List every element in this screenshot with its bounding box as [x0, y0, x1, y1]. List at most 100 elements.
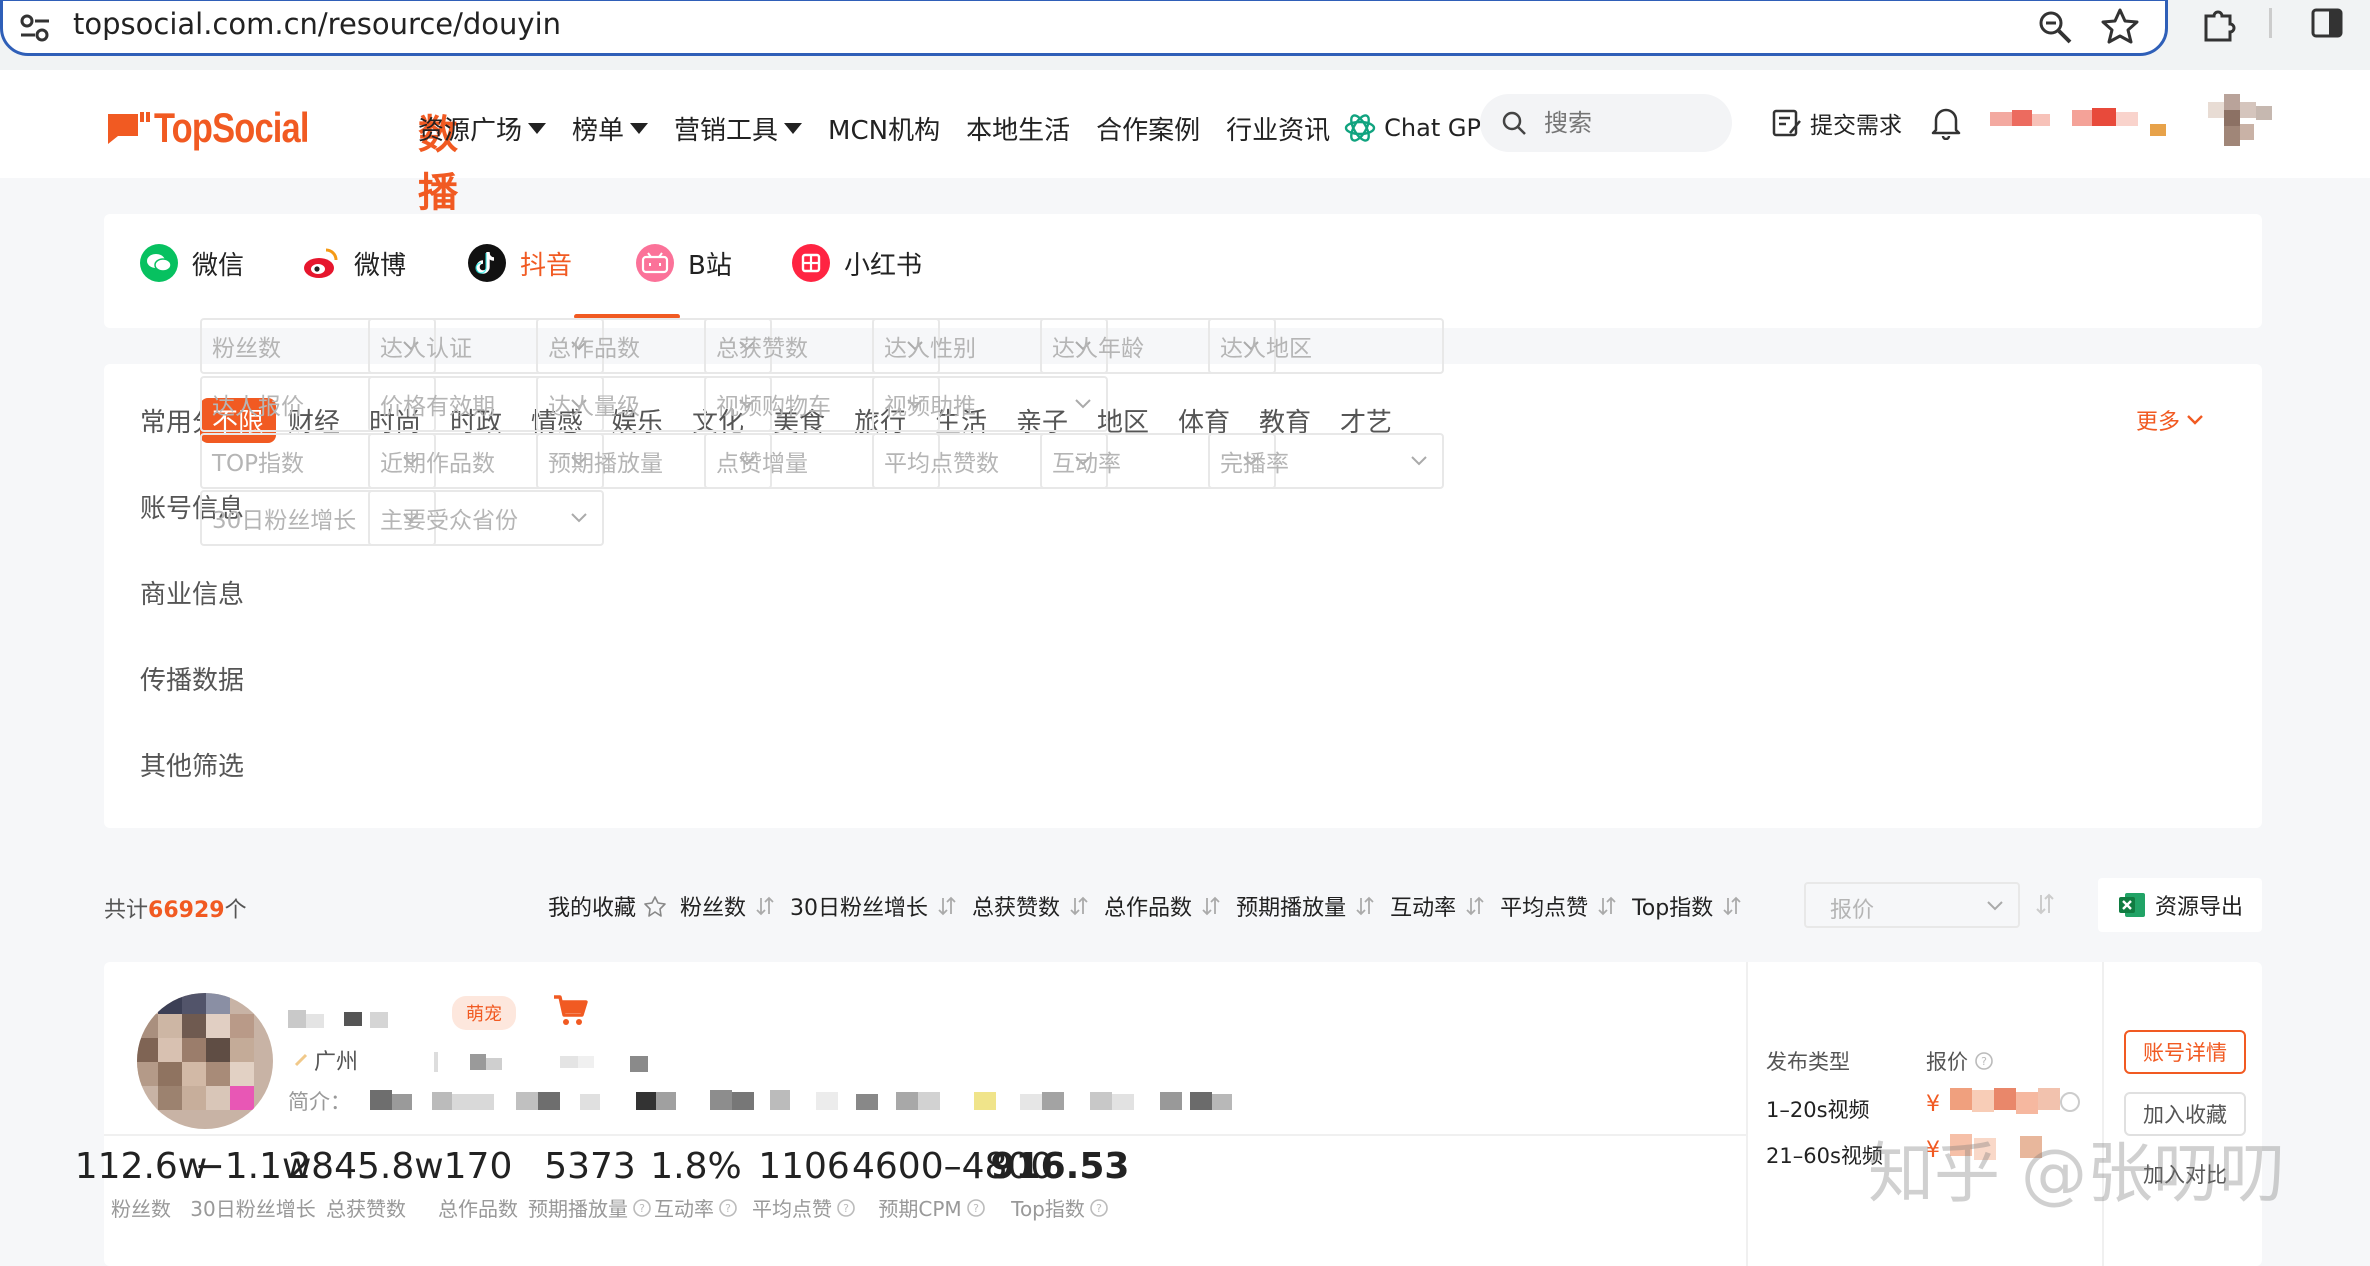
tab-douyin[interactable]: 抖音 — [468, 244, 572, 282]
location-detail-pixelated — [434, 1052, 648, 1072]
filter-select-placeholder: TOP指数 — [212, 451, 305, 477]
total-suffix: 个 — [224, 898, 247, 923]
price-header: 报价 ? — [1926, 1046, 1994, 1076]
tab-label: 微信 — [192, 250, 245, 281]
nav-item-mcn[interactable]: MCN机构 — [828, 110, 940, 147]
export-button[interactable]: 资源导出 — [2098, 878, 2262, 932]
total-count: 66929 — [148, 898, 225, 923]
nav-label: 行业资讯 — [1226, 115, 1331, 146]
side-panel-icon[interactable] — [2310, 6, 2344, 40]
price-currency: ¥ — [1926, 1092, 1940, 1117]
shopping-cart-icon — [554, 995, 588, 1025]
excel-icon — [2118, 893, 2145, 917]
sort-item[interactable]: 30日粉丝增长 — [790, 890, 958, 922]
price-select[interactable]: 报价 — [1804, 882, 2020, 928]
url-text[interactable]: topsocial.com.cn/resource/douyin — [73, 7, 561, 41]
help-icon[interactable]: ? — [1089, 1198, 1109, 1218]
sort-item[interactable]: 互动率 — [1390, 890, 1486, 922]
price-header-text: 报价 — [1926, 1050, 1968, 1074]
caret-down-icon — [528, 122, 547, 134]
submit-need-button[interactable]: 提交需求 — [1770, 106, 1902, 140]
filter-row-label-business: 商业信息 — [140, 580, 245, 610]
influencer-card[interactable]: 萌宠 广州 简介： 112.6w 粉丝数 −1.1w 30日粉丝增长 2845.8w 总获… — [75, 962, 2262, 1266]
sort-item-label: 我的收藏 — [548, 896, 637, 921]
chevron-down-icon — [571, 513, 587, 523]
nav-item-chatgpt[interactable]: Chat GPT — [1342, 110, 1496, 146]
sort-item-label: 互动率 — [1390, 896, 1457, 921]
sort-arrows-icon[interactable] — [2034, 892, 2056, 916]
nav-item-resource-square[interactable]: 资源广场 — [418, 110, 547, 147]
platform-tabs: 微信 微博 抖音 B站 小红书 — [104, 214, 2262, 328]
zhihu-watermark: 知乎 @张叨叨 — [1868, 1135, 2285, 1212]
influencer-avatar[interactable] — [134, 990, 276, 1132]
card-vertical-divider — [2102, 962, 2104, 1266]
filter-select-placeholder: 预期播放量 — [548, 451, 663, 477]
card-vertical-divider — [1746, 962, 1748, 1266]
logo-mark-icon — [108, 112, 150, 144]
sort-item-label: 预期播放量 — [1236, 896, 1347, 921]
douyin-icon — [468, 244, 506, 282]
sort-item[interactable]: 平均点赞 — [1500, 890, 1618, 922]
filter-select-placeholder: 达人年龄 — [1052, 336, 1144, 362]
search-input[interactable] — [1544, 109, 1714, 137]
sort-item[interactable]: 预期播放量 — [1236, 890, 1376, 922]
filter-select-account-6[interactable]: 达人地区 — [1208, 318, 1444, 374]
influencer-name-pixelated — [288, 1010, 388, 1028]
filter-select-placeholder: 价格有效期 — [380, 394, 495, 420]
sort-item[interactable]: 我的收藏 — [548, 890, 666, 922]
pub-type-header: 发布类型 — [1766, 1046, 1850, 1076]
caret-down-icon — [630, 122, 649, 134]
tab-label: 微博 — [354, 250, 407, 281]
site-settings-icon[interactable] — [19, 13, 51, 43]
site-header: TopSocial 数播 资源广场 榜单 营销工具 MCN机构 本地生活 合作案… — [0, 70, 2370, 216]
account-detail-button[interactable]: 账号详情 — [2124, 1030, 2246, 1074]
nav-item-cases[interactable]: 合作案例 — [1096, 110, 1200, 147]
more-label: 更多 — [2136, 410, 2181, 435]
tab-weibo[interactable]: 微博 — [302, 244, 406, 282]
zoom-icon[interactable] — [2037, 9, 2073, 45]
topsocial-logo[interactable]: TopSocial 数播 — [106, 102, 458, 216]
location-text: 广州 — [314, 1050, 359, 1075]
filter-select-placeholder: 互动率 — [1052, 451, 1121, 477]
filter-select-spread-6[interactable]: 完播率 — [1208, 433, 1444, 489]
filter-select-business-4[interactable]: 视频助推 — [872, 376, 1108, 432]
nav-item-local-life[interactable]: 本地生活 — [966, 110, 1070, 147]
address-bar[interactable]: topsocial.com.cn/resource/douyin — [0, 0, 2168, 56]
sort-item[interactable]: 总作品数 — [1104, 890, 1222, 922]
nav-item-news[interactable]: 行业资讯 — [1226, 110, 1330, 147]
nav-item-marketing-tools[interactable]: 营销工具 — [674, 110, 803, 147]
wechat-icon — [140, 244, 178, 282]
card-divider — [104, 1134, 1746, 1136]
bookmark-star-icon[interactable] — [2101, 7, 2139, 45]
stat-value: 916.53 — [990, 1146, 1130, 1187]
sort-item[interactable]: Top指数 — [1632, 890, 1743, 922]
user-avatar[interactable] — [2208, 94, 2272, 154]
filter-select-other-1[interactable]: 主要受众省份 — [368, 490, 604, 546]
help-icon[interactable]: ? — [1974, 1051, 1994, 1071]
weibo-icon — [302, 244, 340, 282]
search-icon — [1502, 111, 1526, 135]
tab-bilibili[interactable]: B站 — [636, 244, 732, 282]
bell-icon[interactable] — [1930, 104, 1962, 140]
toolbar-divider — [2269, 8, 2272, 38]
sort-item[interactable]: 粉丝数 — [680, 890, 776, 922]
filter-select-placeholder: 视频助推 — [884, 394, 976, 420]
category-tag: 萌宠 — [452, 996, 516, 1030]
nav-item-rankings[interactable]: 榜单 — [572, 110, 649, 147]
tab-wechat[interactable]: 微信 — [140, 244, 244, 282]
nav-label: MCN机构 — [828, 115, 941, 146]
extensions-icon[interactable] — [2200, 4, 2238, 42]
more-categories-button[interactable]: 更多 — [2136, 404, 2206, 436]
stat-label-row: Top指数? — [980, 1193, 1140, 1222]
stat-label: 预期CPM — [878, 1197, 962, 1221]
search-box[interactable] — [1480, 94, 1732, 152]
stat-label: 预期播放量 — [528, 1197, 628, 1221]
sort-bar: 我的收藏 粉丝数 30日粉丝增长 总获赞数 总作品数 预期播放量 互动率 平均点赞 Top指数 — [548, 888, 1757, 924]
tab-xiaohongshu[interactable]: 小红书 — [792, 244, 922, 282]
filter-select-placeholder: 近期作品数 — [380, 451, 495, 477]
nav-label: 资源广场 — [418, 115, 523, 146]
sort-item[interactable]: 总获赞数 — [972, 890, 1090, 922]
stat-label: Top指数 — [1011, 1197, 1085, 1221]
nav-label: 本地生活 — [966, 115, 1071, 146]
total-prefix: 共计 — [104, 898, 149, 923]
